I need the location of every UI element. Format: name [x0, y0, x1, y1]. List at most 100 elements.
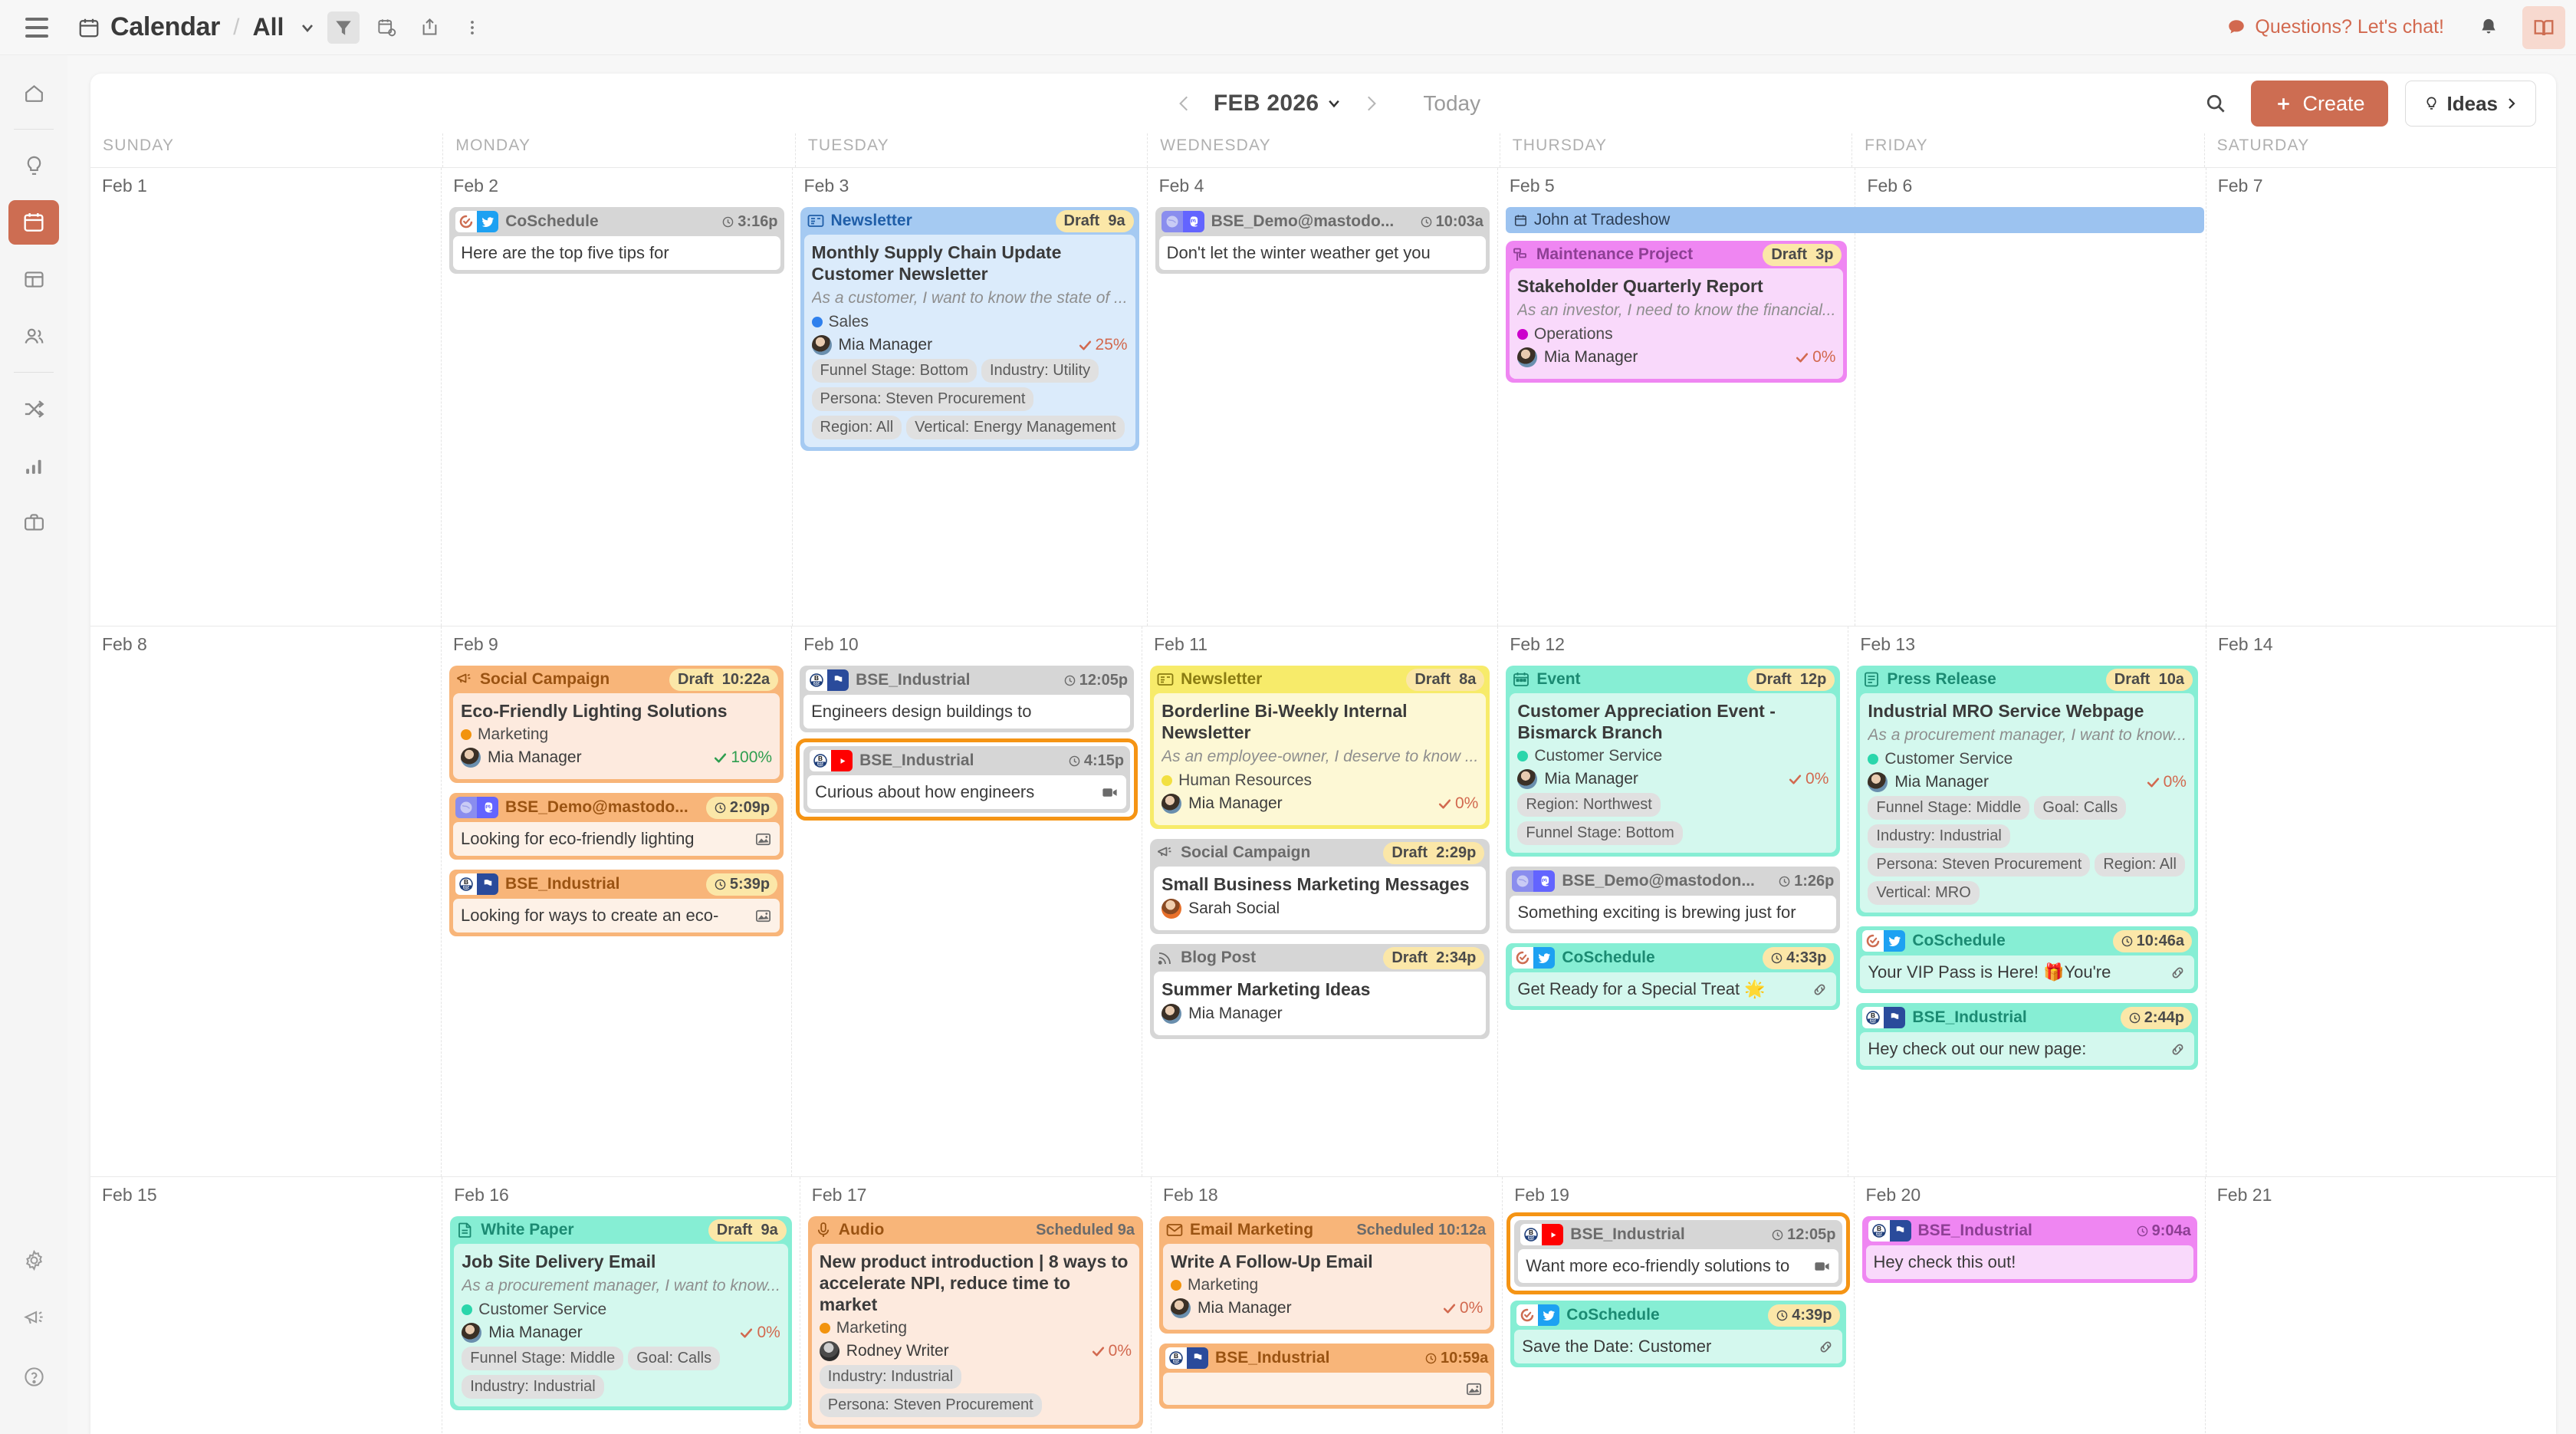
svg-text:B: B: [464, 878, 468, 886]
social-post-card[interactable]: BSE_Demo@mastodo... 10:03a Don't let the…: [1155, 207, 1490, 274]
selected-card-highlight[interactable]: B BSE BSE_Industrial 12:05p Want more eco…: [1506, 1212, 1850, 1294]
calendar-day-cell[interactable]: Feb 15: [90, 1177, 442, 1434]
calendar-day-cell[interactable]: Feb 14: [2205, 627, 2556, 1176]
calendar-day-cell[interactable]: Feb 3 Newsletter Draft 9a Monthly Supply…: [791, 168, 1147, 626]
content-card[interactable]: Maintenance Project Draft 3p Stakeholder…: [1505, 241, 1848, 383]
calendar-day-cell[interactable]: Feb 4 BSE_Demo@mastodo... 10:03a Don't l…: [1146, 168, 1497, 626]
create-button[interactable]: Create: [2251, 81, 2388, 127]
social-post-card[interactable]: B BSE BSE_Industrial 10:59a: [1159, 1344, 1495, 1409]
share-icon[interactable]: [413, 12, 445, 44]
content-card[interactable]: Newsletter Draft 8a Borderline Bi-Weekly…: [1150, 666, 1490, 830]
content-card[interactable]: White Paper Draft 9a Job Site Delivery E…: [450, 1216, 792, 1411]
card-body: Eco-Friendly Lighting Solutions Marketing…: [453, 693, 780, 780]
content-card[interactable]: Social Campaign Draft 2:29p Small Busine…: [1150, 839, 1490, 935]
social-card-body: Something exciting is brewing just for: [1510, 896, 1837, 930]
social-profile-name: BSE_Industrial: [859, 752, 974, 769]
content-card[interactable]: Email Marketing Scheduled 10:12a Write A…: [1159, 1216, 1495, 1334]
social-post-card[interactable]: CoSchedule 3:16p Here are the top five t…: [449, 207, 784, 274]
scheduled-time: 2:44p: [2120, 1006, 2192, 1029]
social-post-card[interactable]: CoSchedule 4:33p Get Ready for a Special…: [1506, 943, 1841, 1011]
sidebar-item-home[interactable]: [8, 71, 59, 115]
calendar-day-cell[interactable]: Feb 13 Press Release Draft 10a Industria…: [1848, 627, 2206, 1176]
card-category: Marketing: [819, 1319, 1132, 1337]
calendar-day-cell[interactable]: Feb 21: [2204, 1177, 2556, 1434]
filter-icon[interactable]: [327, 11, 360, 44]
calendar-day-cell[interactable]: Feb 7: [2205, 168, 2556, 626]
prev-month-button[interactable]: [1166, 85, 1203, 122]
sidebar-item-board[interactable]: [8, 257, 59, 301]
sidebar-item-announcements[interactable]: [8, 1296, 59, 1340]
social-post-card[interactable]: CoSchedule 10:46a Your VIP Pass is Here!…: [1856, 926, 2198, 994]
card-title: Write A Follow-Up Email: [1171, 1251, 1373, 1271]
calendar-day-cell[interactable]: Feb 8: [90, 627, 441, 1176]
owner-name: Mia Manager: [1543, 348, 1638, 367]
chat-support-link[interactable]: Questions? Let's chat!: [2226, 16, 2444, 38]
social-post-card[interactable]: BSE_Demo@mastodo... 2:09p Looking for ec…: [449, 793, 784, 860]
calendar-day-cell[interactable]: Feb 5 John at Tradeshow Maintenance Proj…: [1497, 168, 2205, 626]
calendar-settings-icon[interactable]: [370, 12, 402, 44]
content-card[interactable]: Press Release Draft 10a Industrial MRO S…: [1856, 666, 2198, 917]
social-post-card[interactable]: B BSE BSE_Industrial 5:39p Looking for wa…: [449, 870, 784, 937]
social-profile-name: CoSchedule: [1566, 1306, 1660, 1324]
day-number: Feb 21: [2216, 1185, 2272, 1205]
hamburger-icon[interactable]: [17, 8, 57, 48]
social-post-card[interactable]: B BSE BSE_Industrial 12:05p Want more eco…: [1514, 1220, 1842, 1287]
card-category: Marketing: [461, 725, 772, 744]
link-attachment-icon: [2169, 964, 2187, 982]
social-profile-name: BSE_Industrial: [856, 671, 971, 689]
sidebar-item-assets[interactable]: [8, 500, 59, 544]
social-post-card[interactable]: B BSE BSE_Industrial 9:04a Hey check this…: [1861, 1216, 2197, 1283]
calendar-day-cell[interactable]: Feb 1: [90, 168, 441, 626]
book-icon[interactable]: [2522, 5, 2565, 49]
social-post-card[interactable]: CoSchedule 4:39p Save the Date: Customer: [1510, 1301, 1846, 1367]
social-post-card[interactable]: B BSE BSE_Industrial 4:15p Curious about …: [803, 746, 1131, 813]
calendar-day-cell[interactable]: Feb 6: [1855, 168, 2205, 626]
calendar-day-cell[interactable]: Feb 16 White Paper Draft 9a Job Site Del…: [442, 1177, 800, 1434]
search-icon[interactable]: [2197, 85, 2234, 122]
event-banner[interactable]: John at Tradeshow: [1505, 207, 2205, 233]
sidebar-item-analytics[interactable]: [8, 443, 59, 488]
social-post-text: Engineers design buildings to: [811, 702, 1032, 721]
sidebar-item-team[interactable]: [8, 314, 59, 358]
content-card[interactable]: Audio Scheduled 9a New product introduct…: [807, 1216, 1144, 1429]
sidebar-item-settings[interactable]: [8, 1238, 59, 1282]
card-owner: Mia Manager 25%: [811, 335, 1128, 356]
content-card[interactable]: Newsletter Draft 9a Monthly Supply Chain…: [800, 207, 1139, 452]
social-post-card[interactable]: B BSE BSE_Industrial 12:05p Engineers des…: [800, 666, 1135, 732]
calendar-day-cell[interactable]: Feb 19 B BSE BSE_Industrial 12:05p Want m…: [1502, 1177, 1853, 1434]
sidebar-item-workflows[interactable]: [8, 386, 59, 431]
content-card[interactable]: Blog Post Draft 2:34p Summer Marketing I…: [1150, 944, 1490, 1040]
calendar-day-cell[interactable]: Feb 18 Email Marketing Scheduled 10:12a …: [1151, 1177, 1502, 1434]
bell-icon[interactable]: [2467, 6, 2510, 49]
sidebar-item-help[interactable]: [8, 1354, 59, 1399]
sidebar-item-calendar[interactable]: [8, 200, 59, 245]
calendar-icon: [77, 16, 100, 39]
image-attachment-icon: [1465, 1380, 1483, 1398]
calendar-day-cell[interactable]: Feb 2 CoSchedule 3:16p Here are the top …: [441, 168, 791, 626]
content-card[interactable]: Social Campaign Draft 10:22a Eco-Friendl…: [449, 666, 784, 784]
month-selector[interactable]: FEB 2026: [1214, 90, 1342, 117]
calendar-day-cell[interactable]: Feb 12 Event Draft 12p Customer Apprecia…: [1497, 627, 1848, 1176]
social-card-body: Save the Date: Customer: [1514, 1330, 1842, 1363]
more-vertical-icon[interactable]: [456, 12, 488, 44]
scheduled-time: 10:46a: [2112, 929, 2192, 952]
social-post-card[interactable]: BSE_Demo@mastodon... 1:26p Something exc…: [1506, 867, 1841, 934]
calendar-week-row: Feb 1 Feb 2 CoSchedule 3:16p Here are the…: [90, 167, 2556, 626]
calendar-day-cell[interactable]: Feb 10 B BSE BSE_Industrial 12:05p Engine…: [791, 627, 1142, 1176]
calendar-day-cell[interactable]: Feb 17 Audio Scheduled 9a New product in…: [799, 1177, 1151, 1434]
selected-card-highlight[interactable]: B BSE BSE_Industrial 4:15p Curious about …: [796, 738, 1138, 821]
next-month-button[interactable]: [1352, 85, 1389, 122]
card-owner: Mia Manager 0%: [1517, 769, 1829, 790]
completion-percent: 0%: [1442, 1299, 1483, 1317]
content-card[interactable]: Event Draft 12p Customer Appreciation Ev…: [1506, 666, 1841, 857]
social-post-card[interactable]: B BSE BSE_Industrial 2:44p Hey check out …: [1856, 1003, 2198, 1071]
ideas-button[interactable]: Ideas: [2404, 81, 2536, 127]
sidebar-item-ideas[interactable]: [8, 143, 59, 188]
chevron-down-icon[interactable]: [298, 18, 317, 37]
calendar-day-cell[interactable]: Feb 9 Social Campaign Draft 10:22a Eco-F…: [441, 627, 791, 1176]
today-button[interactable]: Today: [1423, 91, 1480, 116]
calendar-day-cell[interactable]: Feb 11 Newsletter Draft 8a Borderline Bi…: [1142, 627, 1497, 1176]
bse-logo-icon: B BSE: [806, 669, 828, 691]
calendar-day-cell[interactable]: Feb 20 B BSE BSE_Industrial 9:04a Hey che…: [1853, 1177, 2205, 1434]
calendar-filter-label[interactable]: All: [252, 13, 284, 41]
